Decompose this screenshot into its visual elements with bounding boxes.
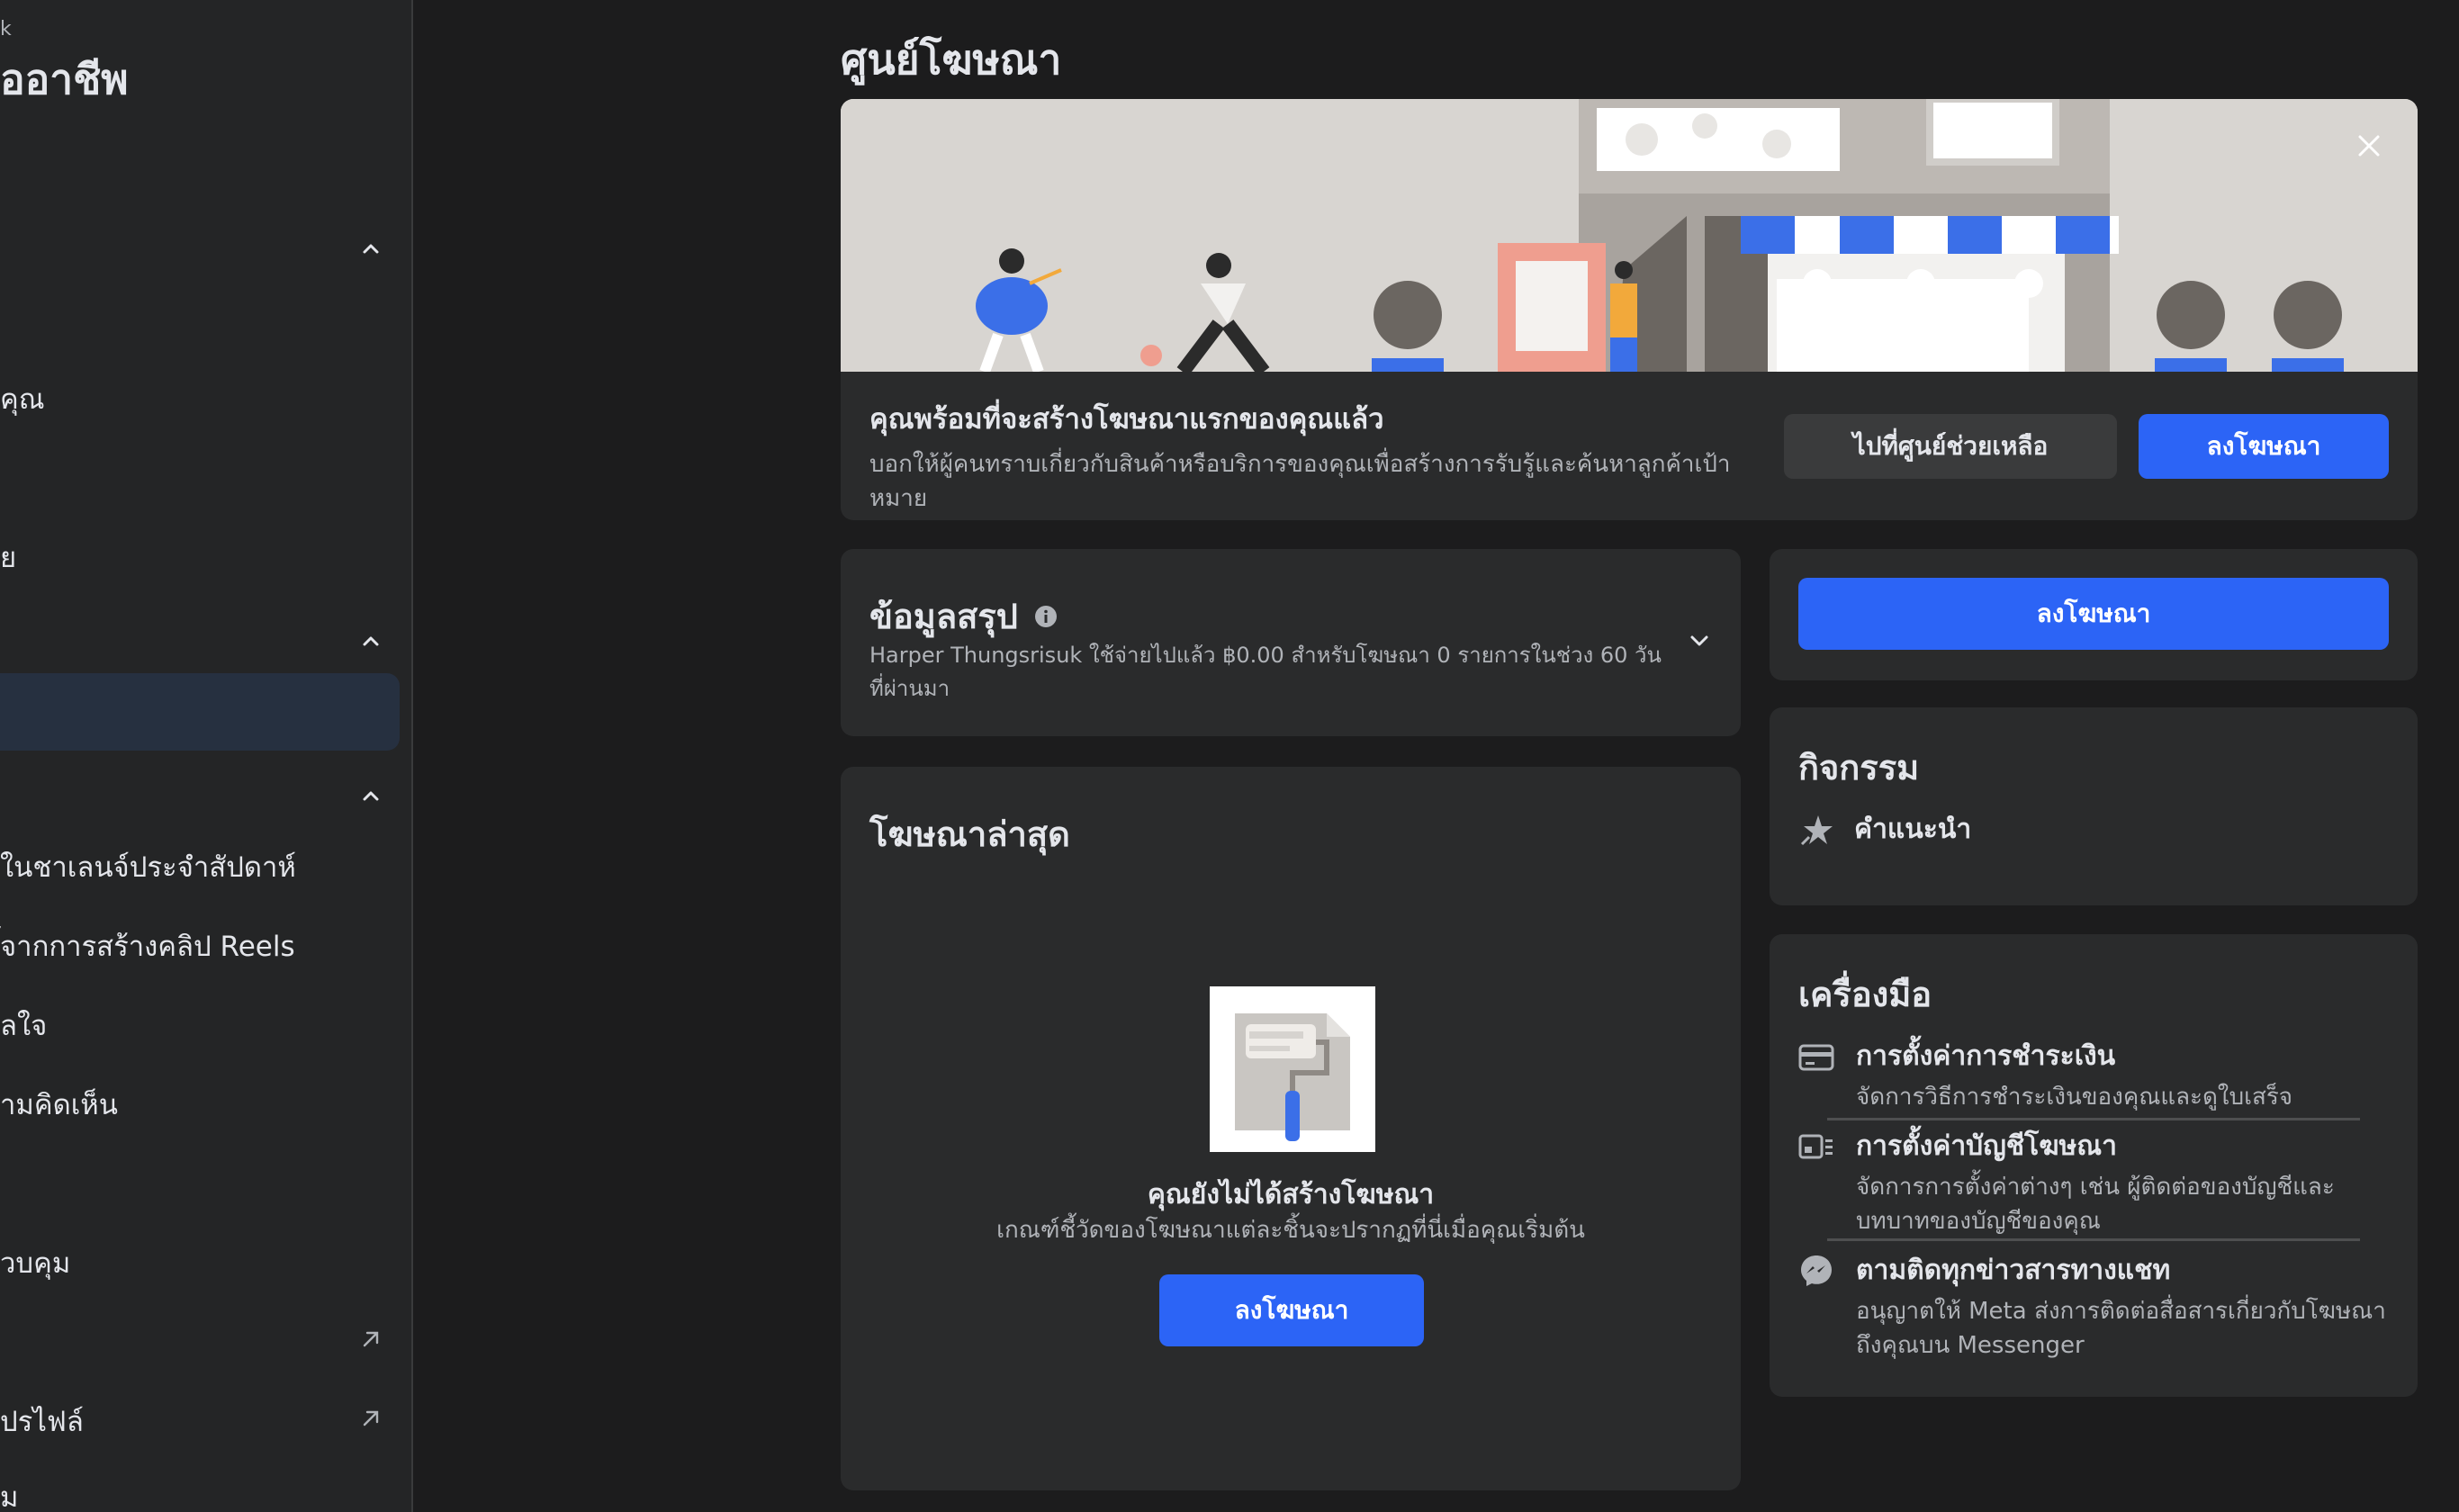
sidebar-item-label: ้จากการสร้างคลิป Reels xyxy=(0,931,295,963)
tool-description: อนุญาตให้ Meta ส่งการติดต่อสื่อสารเกี่ยว… xyxy=(1856,1298,2386,1359)
tools-title: เครื่องมือ xyxy=(1798,975,1932,1014)
sidebar-item-label: ย xyxy=(0,542,17,574)
divider xyxy=(1827,1238,2360,1241)
chevron-down-icon[interactable] xyxy=(1681,623,1717,659)
info-icon[interactable] xyxy=(1034,597,1058,636)
tool-description: จัดการวิธีการชำระเงินของคุณและดูใบเสร็จ xyxy=(1856,1084,2293,1111)
create-ad-button[interactable]: ลงโฆษณา xyxy=(1798,578,2389,650)
sidebar-item-label: วบคุม xyxy=(0,1247,71,1280)
sidebar-item-label: ามคิดเห็น xyxy=(0,1089,118,1121)
sidebar-item-label: ในชาเลนจ์ประจำสัปดาห์ xyxy=(0,851,296,884)
latest-ads-card: โฆษณาล่าสุด คุณยังไม่ได้สร้างโฆษณา เกณฑ์… xyxy=(841,767,1741,1490)
summary-description: Harper Thungsrisuk ใช้จ่ายไปแล้ว ฿0.00 ส… xyxy=(869,643,1662,702)
latest-ads-title: โฆษณาล่าสุด xyxy=(869,814,1070,854)
banner-description: บอกให้ผู้คนทราบเกี่ยวกับสินค้าหรือบริการ… xyxy=(869,451,1731,512)
chevron-up-icon[interactable] xyxy=(358,629,383,654)
empty-state-heading: คุณยังไม่ได้สร้างโฆษณา xyxy=(1147,1179,1435,1210)
sidebar-item-label: ลใจ xyxy=(0,1010,48,1042)
tools-card: เครื่องมือ การตั้งค่าการชำระเงิน จัดการว… xyxy=(1770,934,2418,1397)
sidebar-item-label: คุณ xyxy=(0,383,45,416)
tool-description: จัดการการตั้งค่าต่างๆ เช่น ผู้ติดต่อของบ… xyxy=(1856,1174,2335,1235)
close-banner-button[interactable] xyxy=(2351,128,2387,164)
credit-card-icon xyxy=(1798,1039,1834,1075)
sidebar-item[interactable]: คุณ xyxy=(0,360,400,437)
empty-ads-illustration xyxy=(1210,986,1375,1152)
sidebar-item-label: ปรไฟล์ xyxy=(0,1406,84,1438)
create-ad-button[interactable]: ลงโฆษณา xyxy=(2139,414,2389,479)
tool-title: ตามติดทุกข่าวสารทางแชท xyxy=(1856,1255,2171,1286)
divider xyxy=(1827,1118,2360,1120)
sidebar-item[interactable]: ้จากการสร้างคลิป Reels xyxy=(0,907,400,985)
close-icon xyxy=(2358,135,2380,157)
sidebar-item[interactable]: ปรไฟล์ xyxy=(0,1382,400,1460)
sidebar-item-label: ม xyxy=(0,1481,19,1512)
external-link-icon[interactable] xyxy=(358,1327,383,1352)
sidebar-item[interactable]: ในชาเลนจ์ประจำสัปดาห์ xyxy=(0,828,400,905)
create-ad-card: ลงโฆษณา xyxy=(1770,549,2418,680)
star-icon xyxy=(1800,814,1833,845)
summary-card: ข้อมูลสรุป Harper Thungsrisuk ใช้จ่ายไปแ… xyxy=(841,549,1741,736)
sidebar-item[interactable]: ามคิดเห็น xyxy=(0,1066,400,1143)
chevron-up-icon[interactable] xyxy=(358,237,383,262)
sidebar-item-ad-center[interactable] xyxy=(0,673,400,751)
tool-title: การตั้งค่าบัญชีโฆษณา xyxy=(1856,1130,2117,1162)
summary-title: ข้อมูลสรุป xyxy=(869,597,1018,636)
messenger-icon xyxy=(1798,1253,1834,1289)
create-ad-button[interactable]: ลงโฆษณา xyxy=(1159,1274,1424,1346)
external-link-icon[interactable] xyxy=(358,1406,383,1431)
recommendations-item[interactable]: คำแนะนำ xyxy=(1798,808,1971,850)
banner-heading: คุณพร้อมที่จะสร้างโฆษณาแรกของคุณแล้ว xyxy=(869,403,1384,436)
sidebar-title: ืออาชีพ xyxy=(0,55,129,104)
page-title: ศูนย์โฆษณา xyxy=(841,35,1062,84)
recommendations-label: คำแนะนำ xyxy=(1854,814,1972,845)
chevron-up-icon[interactable] xyxy=(358,784,383,809)
tool-title: การตั้งค่าการชำระเงิน xyxy=(1856,1040,2116,1072)
sidebar-item[interactable]: วบคุม xyxy=(0,1224,400,1301)
account-card-icon xyxy=(1798,1129,1834,1165)
activity-card: กิจกรรม คำแนะนำ xyxy=(1770,707,2418,905)
sidebar-item[interactable]: ย xyxy=(0,518,400,596)
sidebar-item[interactable]: ลใจ xyxy=(0,986,400,1064)
empty-state-description: เกณฑ์ชี้วัดของโฆษณาแต่ละชิ้นจะปรากฏที่นี… xyxy=(996,1217,1585,1244)
breadcrumb[interactable]: k xyxy=(0,18,12,40)
welcome-banner: คุณพร้อมที่จะสร้างโฆษณาแรกของคุณแล้ว บอก… xyxy=(841,99,2418,520)
sidebar-item[interactable]: ม xyxy=(0,1458,400,1512)
sidebar: k ืออาชีพ คุณ ย ในชาเลนจ์ประจำสัปดาห์ ้จ… xyxy=(0,0,413,1512)
help-center-button[interactable]: ไปที่ศูนย์ช่วยเหลือ xyxy=(1784,414,2117,479)
storefront-illustration xyxy=(841,99,2418,376)
activity-title: กิจกรรม xyxy=(1798,748,1920,788)
